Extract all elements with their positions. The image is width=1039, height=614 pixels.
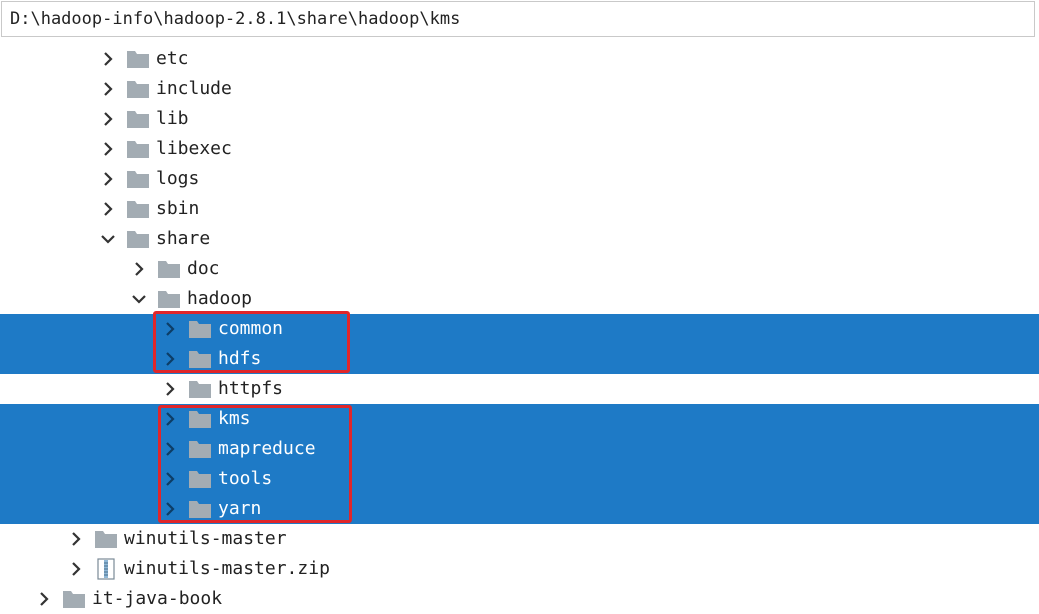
folder-icon: [157, 289, 181, 309]
tree-item-logs[interactable]: logs: [0, 164, 1039, 194]
tree-item-include[interactable]: include: [0, 74, 1039, 104]
chevron-right-icon[interactable]: [162, 441, 178, 457]
tree-item-etc[interactable]: etc: [0, 44, 1039, 74]
path-input[interactable]: [10, 5, 1020, 33]
tree-item-httpfs[interactable]: httpfs: [0, 374, 1039, 404]
folder-icon: [126, 199, 150, 219]
tree-item-label: winutils-master: [124, 528, 287, 549]
tree-item-mapreduce[interactable]: mapreduce: [0, 434, 1039, 464]
tree-item-label: logs: [156, 168, 200, 189]
chevron-right-icon[interactable]: [162, 501, 178, 517]
folder-icon: [126, 139, 150, 159]
tree-item-lib[interactable]: lib: [0, 104, 1039, 134]
chevron-right-icon[interactable]: [36, 591, 52, 607]
chevron-right-icon[interactable]: [100, 201, 116, 217]
tree-item-winutils-master[interactable]: winutils-master: [0, 524, 1039, 554]
tree-item-label: mapreduce: [218, 438, 316, 459]
tree-item-label: share: [156, 228, 211, 249]
tree-item-label: hdfs: [218, 348, 262, 369]
folder-icon: [157, 259, 181, 279]
folder-icon: [188, 349, 212, 369]
folder-icon: [188, 319, 212, 339]
chevron-down-icon[interactable]: [131, 291, 147, 307]
tree-item-label: lib: [156, 108, 189, 129]
chevron-right-icon[interactable]: [68, 531, 84, 547]
tree-item-label: include: [156, 78, 232, 99]
chevron-right-icon[interactable]: [162, 411, 178, 427]
tree-item-kms[interactable]: kms: [0, 404, 1039, 434]
tree-item-label: winutils-master.zip: [124, 558, 330, 579]
folder-icon: [188, 439, 212, 459]
tree-item-label: doc: [187, 258, 220, 279]
tree-item-label: tools: [218, 468, 273, 489]
tree-item-label: kms: [218, 408, 251, 429]
tree-item-it-java-book[interactable]: it-java-book: [0, 584, 1039, 614]
chevron-down-icon[interactable]: [100, 231, 116, 247]
tree-item-label: hadoop: [187, 288, 253, 309]
tree-item-sbin[interactable]: sbin: [0, 194, 1039, 224]
tree-item-share[interactable]: share: [0, 224, 1039, 254]
folder-icon: [188, 379, 212, 399]
tree-item-label: sbin: [156, 198, 200, 219]
tree-item-common[interactable]: common: [0, 314, 1039, 344]
tree-item-doc[interactable]: doc: [0, 254, 1039, 284]
path-bar: [1, 1, 1035, 37]
folder-icon: [94, 529, 118, 549]
folder-icon: [126, 49, 150, 69]
tree-item-hadoop[interactable]: hadoop: [0, 284, 1039, 314]
folder-icon: [188, 469, 212, 489]
tree-item-yarn[interactable]: yarn: [0, 494, 1039, 524]
tree-item-label: etc: [156, 48, 189, 69]
folder-icon: [126, 79, 150, 99]
folder-icon: [126, 169, 150, 189]
chevron-right-icon[interactable]: [162, 381, 178, 397]
tree-item-label: httpfs: [218, 378, 284, 399]
tree-item-label: yarn: [218, 498, 262, 519]
folder-icon: [188, 409, 212, 429]
chevron-right-icon[interactable]: [100, 171, 116, 187]
folder-icon: [126, 109, 150, 129]
chevron-right-icon[interactable]: [100, 141, 116, 157]
chevron-right-icon[interactable]: [68, 561, 84, 577]
tree-item-winutils-master-zip[interactable]: winutils-master.zip: [0, 554, 1039, 584]
tree-item-libexec[interactable]: libexec: [0, 134, 1039, 164]
tree-item-label: libexec: [156, 138, 232, 159]
tree-item-tools[interactable]: tools: [0, 464, 1039, 494]
tree-item-label: it-java-book: [92, 588, 223, 609]
tree-item-label: common: [218, 318, 284, 339]
chevron-right-icon[interactable]: [162, 471, 178, 487]
file-tree: etc include lib libexec logs sbin share: [0, 44, 1039, 614]
chevron-right-icon[interactable]: [100, 81, 116, 97]
folder-icon: [188, 499, 212, 519]
chevron-right-icon[interactable]: [162, 351, 178, 367]
chevron-right-icon[interactable]: [162, 321, 178, 337]
chevron-right-icon[interactable]: [131, 261, 147, 277]
zip-file-icon: [94, 558, 118, 580]
folder-icon: [62, 589, 86, 609]
tree-item-hdfs[interactable]: hdfs: [0, 344, 1039, 374]
folder-icon: [126, 229, 150, 249]
chevron-right-icon[interactable]: [100, 51, 116, 67]
chevron-right-icon[interactable]: [100, 111, 116, 127]
